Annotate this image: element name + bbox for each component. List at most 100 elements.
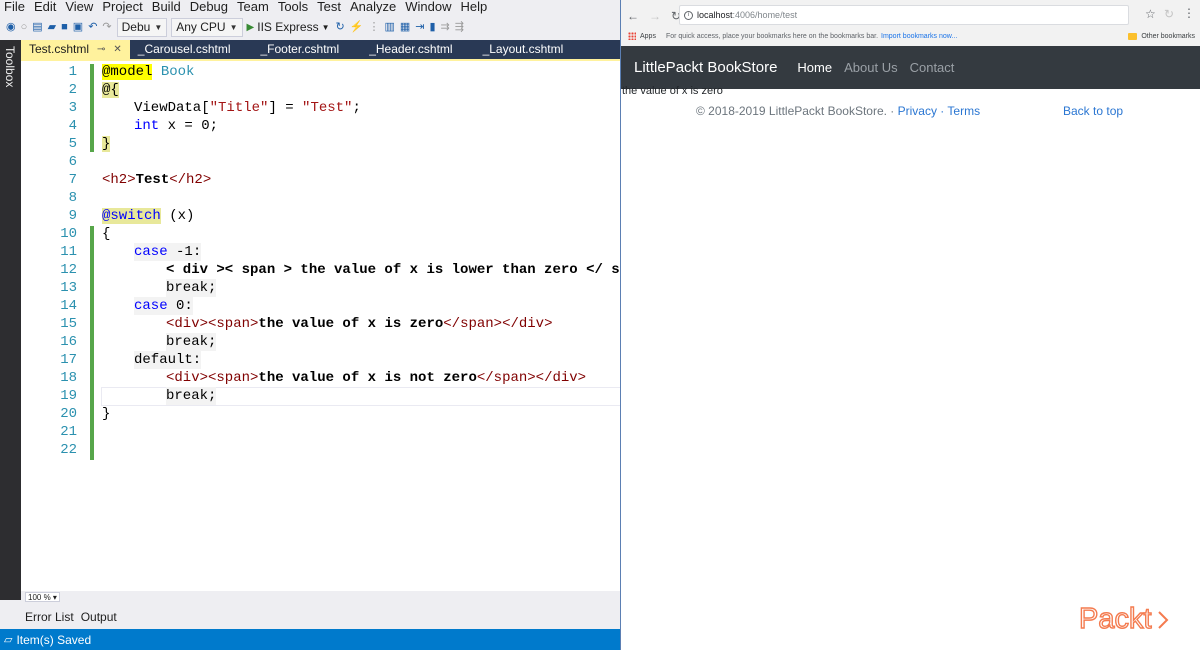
toolbar-more-icon[interactable]: ⋮ <box>368 16 379 38</box>
code-line: 13 break; <box>21 279 620 297</box>
menu-file[interactable]: File <box>4 0 25 14</box>
line-number: 15 <box>60 316 77 332</box>
toolbox-panel[interactable] <box>0 40 21 600</box>
code-line: 18 <div><span>the value of x is not zero… <box>21 369 620 387</box>
line-number: 9 <box>68 208 77 224</box>
extension-icon[interactable]: ↻ <box>1164 7 1174 21</box>
new-item-icon[interactable]: ▤ <box>32 16 42 38</box>
line-number: 4 <box>68 118 77 134</box>
menu-project[interactable]: Project <box>102 0 142 14</box>
packt-logo-text: Packt <box>1079 603 1152 635</box>
other-bookmarks[interactable]: Other bookmarks <box>1128 28 1195 44</box>
run-button[interactable]: ▶ IIS Express ▼ <box>247 20 330 34</box>
play-icon: ▶ <box>246 21 255 33</box>
nav-about-us[interactable]: About Us <box>844 60 897 75</box>
code-token: the value of x is zero <box>258 316 444 332</box>
tab-footer-cshtml[interactable]: _Footer.cshtml <box>239 40 348 59</box>
back-arrow-icon[interactable]: ← <box>627 9 639 23</box>
tab-layout-cshtml[interactable]: _Layout.cshtml <box>461 40 572 59</box>
url-host: localhost <box>697 10 733 20</box>
menu-tools[interactable]: Tools <box>278 0 308 14</box>
undo-icon[interactable]: ↶ <box>88 16 97 38</box>
site-brand[interactable]: LittlePackt BookStore <box>634 59 777 76</box>
configuration-dropdown[interactable]: Debu ▼ <box>116 17 168 37</box>
menu-team[interactable]: Team <box>237 0 269 14</box>
open-file-icon[interactable]: ▰ <box>48 16 56 38</box>
code-line: 1 @model Book <box>21 63 620 81</box>
browser-link-icon[interactable]: ⚡ <box>350 16 364 38</box>
menu-edit[interactable]: Edit <box>34 0 56 14</box>
tab-output[interactable]: Output <box>81 610 117 624</box>
browser-menu-icon[interactable]: ⋮ <box>1183 6 1195 20</box>
menu-bar: File Edit View Project Build Debug Team … <box>0 0 620 14</box>
tab-error-list[interactable]: Error List <box>21 610 74 624</box>
code-token: the value of x is not zero <box>258 370 477 386</box>
code-editor[interactable]: 1 @model Book 2 @{ 3 ViewData["Title"] =… <box>21 59 620 591</box>
refresh-icon[interactable]: ↻ <box>336 16 345 38</box>
line-number: 10 <box>60 226 77 242</box>
code-line: 3 ViewData["Title"] = "Test"; <box>21 99 620 117</box>
string-literal: "Test" <box>302 100 353 116</box>
menu-help[interactable]: Help <box>461 0 488 14</box>
redo-icon[interactable]: ↷ <box>102 16 111 38</box>
chevron-down-icon: ▼ <box>229 22 238 32</box>
import-bookmarks-link[interactable]: Import bookmarks now... <box>881 33 957 40</box>
platform-dropdown[interactable]: Any CPU ▼ <box>171 17 243 37</box>
html-tag: </span></div> <box>443 316 553 332</box>
pin-icon[interactable]: ⊸ <box>97 40 105 59</box>
chevron-down-icon: ▼ <box>321 22 330 32</box>
info-icon[interactable]: i <box>684 10 693 20</box>
menu-analyze[interactable]: Analyze <box>350 0 396 14</box>
code-text: @{ <box>102 81 119 99</box>
navigate-back-icon[interactable]: ◉ <box>6 16 16 38</box>
platform-value: Any CPU <box>176 20 226 34</box>
menu-build[interactable]: Build <box>152 0 181 14</box>
line-number: 11 <box>60 244 77 260</box>
footer-terms-link[interactable]: Terms <box>947 104 980 118</box>
bookmark-star-icon[interactable]: ☆ <box>1145 7 1156 21</box>
zoom-value: 100 % <box>28 593 51 602</box>
bookmark-icon[interactable]: ▮ <box>429 16 435 38</box>
comment-icon[interactable]: ▥ <box>384 16 394 38</box>
bookmarks-hint: For quick access, place your bookmarks h… <box>665 32 879 40</box>
apps-grid-icon[interactable] <box>628 32 636 40</box>
close-icon[interactable]: ✕ <box>113 40 121 59</box>
tab-carousel-cshtml[interactable]: _Carousel.cshtml <box>130 40 239 59</box>
tab-test-cshtml[interactable]: Test.cshtml ⊸ ✕ <box>21 40 130 59</box>
code-line: 9 @switch (x) <box>21 207 620 225</box>
code-token: Test <box>135 172 170 188</box>
code-line: 20 } <box>21 405 620 423</box>
nav-home[interactable]: Home <box>797 60 832 75</box>
code-line: 5 } <box>21 135 620 153</box>
code-line: 11 case -1: <box>21 243 620 261</box>
line-number: 7 <box>68 172 77 188</box>
code-line: 22 <box>21 441 620 459</box>
menu-window[interactable]: Window <box>405 0 451 14</box>
code-line: 17 default: <box>21 351 620 369</box>
code-token: ; <box>352 100 361 116</box>
toolbox-label[interactable]: Toolbox <box>3 46 17 87</box>
zoom-dropdown[interactable]: 100 % ▾ <box>25 592 60 602</box>
menu-debug[interactable]: Debug <box>190 0 228 14</box>
save-all-icon[interactable]: ▣ <box>73 16 83 38</box>
code-text: { <box>102 225 110 243</box>
menu-view[interactable]: View <box>65 0 93 14</box>
menu-test[interactable]: Test <box>317 0 341 14</box>
navigate-forward-icon[interactable]: ○ <box>21 16 28 38</box>
line-number: 16 <box>60 334 77 350</box>
save-icon[interactable]: ■ <box>61 16 68 38</box>
indent-icon[interactable]: ⇥ <box>415 16 424 38</box>
uncomment-icon[interactable]: ▦ <box>400 16 410 38</box>
clear-bookmarks-icon[interactable]: ⇶ <box>455 16 464 38</box>
nav-contact[interactable]: Contact <box>910 60 955 75</box>
apps-link[interactable]: Apps <box>640 33 656 40</box>
tab-header-cshtml[interactable]: _Header.cshtml <box>347 40 460 59</box>
next-bookmark-icon[interactable]: ⇉ <box>441 16 450 38</box>
footer-privacy-link[interactable]: Privacy <box>898 104 937 118</box>
forward-arrow-icon[interactable]: → <box>649 9 661 23</box>
back-to-top-link[interactable]: Back to top <box>1063 104 1123 118</box>
code-line: 7 <h2>Test</h2> <box>21 171 620 189</box>
url-path: :4006/home/test <box>732 10 798 20</box>
address-bar[interactable]: i localhost:4006/home/test <box>679 5 1129 25</box>
code-text: default: <box>134 351 202 369</box>
